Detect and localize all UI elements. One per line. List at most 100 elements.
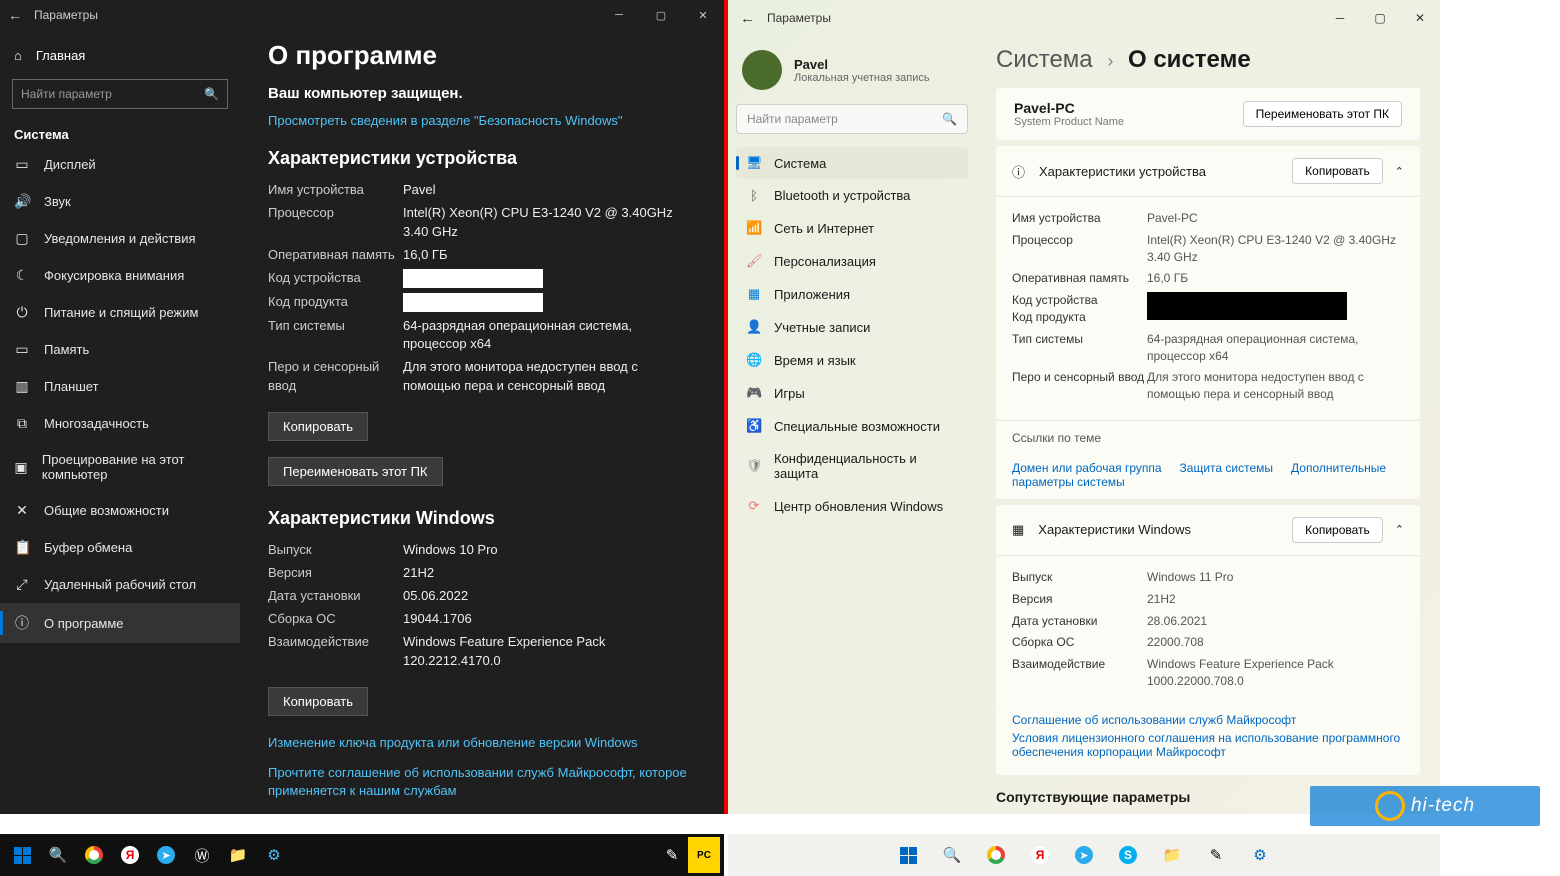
- back-icon[interactable]: ←: [740, 10, 755, 27]
- sidebar-item-label: Игры: [774, 386, 805, 401]
- telegram-icon[interactable]: ➤: [1066, 837, 1102, 873]
- spec-row: Версия21H2: [268, 564, 696, 582]
- link[interactable]: Прочтите соглашение об использовании слу…: [268, 764, 696, 800]
- explorer-icon[interactable]: 📁: [220, 837, 256, 873]
- sidebar-item[interactable]: ▣Проецирование на этот компьютер: [0, 442, 240, 492]
- search-input[interactable]: Найти параметр 🔍: [12, 79, 228, 109]
- sidebar-item-label: Центр обновления Windows: [774, 499, 943, 514]
- windows-spec-list: ВыпускWindows 11 ProВерсия21H2Дата устан…: [996, 556, 1420, 707]
- sidebar-item[interactable]: 🖌Персонализация: [736, 245, 968, 277]
- sidebar-item[interactable]: ▥Планшет: [0, 368, 240, 405]
- copy-button[interactable]: Копировать: [1292, 158, 1383, 184]
- sidebar-item[interactable]: 🔊Звук: [0, 183, 240, 220]
- minimize-button[interactable]: ─: [598, 0, 640, 30]
- chrome-icon[interactable]: [76, 837, 112, 873]
- yandex-icon[interactable]: Я: [1022, 837, 1058, 873]
- sidebar-item[interactable]: ⓘО программе: [0, 603, 240, 643]
- sidebar-item-label: Время и язык: [774, 353, 856, 368]
- tray-icon[interactable]: PC: [688, 837, 720, 873]
- sidebar-item-label: Учетные записи: [774, 320, 870, 335]
- spec-row: Код продукта: [268, 293, 696, 312]
- win11-taskbar[interactable]: 🔍 Я ➤ S 📁 ✎ ⚙: [728, 834, 1440, 876]
- sidebar-item-label: Уведомления и действия: [44, 231, 196, 246]
- tray-icon[interactable]: ✎: [656, 837, 688, 873]
- agreement-link[interactable]: Соглашение об использовании служб Майкро…: [1012, 713, 1404, 727]
- sidebar-item-label: Проецирование на этот компьютер: [42, 452, 226, 482]
- titlebar: ← Параметры ─ ▢ ✕: [0, 0, 724, 30]
- copy-button[interactable]: Копировать: [268, 412, 368, 441]
- spec-row: ВзаимодействиеWindows Feature Experience…: [1012, 656, 1404, 690]
- sidebar-item[interactable]: ▭Дисплей: [0, 146, 240, 183]
- sidebar-item-label: Bluetooth и устройства: [774, 188, 910, 203]
- spec-row: Версия21H2: [1012, 591, 1404, 608]
- sidebar-item[interactable]: 📋Буфер обмена: [0, 529, 240, 566]
- spec-row: ВзаимодействиеWindows Feature Experience…: [268, 633, 696, 669]
- maximize-button[interactable]: ▢: [640, 0, 682, 30]
- spec-row: Перо и сенсорный вводДля этого монитора …: [268, 358, 696, 394]
- related-link[interactable]: Защита системы: [1180, 461, 1273, 475]
- start-button[interactable]: [890, 837, 926, 873]
- skype-icon[interactable]: S: [1110, 837, 1146, 873]
- app-icon[interactable]: ✎: [1198, 837, 1234, 873]
- settings-icon[interactable]: ⚙: [256, 837, 292, 873]
- spec-row: Тип системы64-разрядная операционная сис…: [268, 317, 696, 353]
- related-link[interactable]: Домен или рабочая группа: [1012, 461, 1162, 475]
- sidebar-item[interactable]: ▢Уведомления и действия: [0, 220, 240, 257]
- sidebar-item[interactable]: ▭Память: [0, 331, 240, 368]
- back-icon[interactable]: ←: [8, 7, 22, 23]
- start-button[interactable]: [4, 837, 40, 873]
- sidebar-item[interactable]: 🖥Система: [736, 147, 968, 179]
- link[interactable]: Прочтите условия лицензионного соглашени…: [268, 812, 696, 814]
- sidebar-item-label: Планшет: [44, 379, 99, 394]
- sidebar-item[interactable]: 👤Учетные записи: [736, 311, 968, 343]
- win10-taskbar[interactable]: 🔍 Я ➤ Ⓦ 📁 ⚙ ✎ PC: [0, 834, 724, 876]
- chrome-icon[interactable]: [978, 837, 1014, 873]
- rename-button[interactable]: Переименовать этот ПК: [1243, 101, 1402, 127]
- link[interactable]: Изменение ключа продукта или обновление …: [268, 734, 696, 752]
- sidebar-item[interactable]: ☾Фокусировка внимания: [0, 257, 240, 294]
- sidebar-item[interactable]: ᛒBluetooth и устройства: [736, 180, 968, 211]
- sidebar-item[interactable]: ⟳ Центр обновления Windows: [736, 490, 968, 522]
- home-link[interactable]: ⌂ Главная: [0, 38, 240, 73]
- breadcrumb-root[interactable]: Система: [996, 46, 1093, 73]
- sidebar-item-label: Специальные возможности: [774, 419, 940, 434]
- copy-button-2[interactable]: Копировать: [268, 687, 368, 716]
- sidebar-item[interactable]: 🎮Игры: [736, 377, 968, 409]
- minimize-button[interactable]: ─: [1320, 0, 1360, 36]
- copy-button-2[interactable]: Копировать: [1292, 517, 1383, 543]
- sidebar: Pavel Локальная учетная запись Найти пар…: [728, 36, 976, 814]
- secure-link[interactable]: Просмотреть сведения в разделе "Безопасн…: [268, 112, 696, 130]
- rename-button[interactable]: Переименовать этот ПК: [268, 457, 443, 486]
- sidebar-item-label: Система: [774, 156, 826, 171]
- search-input[interactable]: Найти параметр 🔍: [736, 104, 968, 134]
- maximize-button[interactable]: ▢: [1360, 0, 1400, 36]
- search-button[interactable]: 🔍: [40, 837, 76, 873]
- sidebar-item[interactable]: 📶Сеть и Интернет: [736, 212, 968, 244]
- windows-spec-expander[interactable]: ▦Характеристики Windows Копировать ⌃: [996, 505, 1420, 556]
- close-button[interactable]: ✕: [682, 0, 724, 30]
- yandex-icon[interactable]: Я: [112, 837, 148, 873]
- sidebar-item[interactable]: ⤢Удаленный рабочий стол: [0, 566, 240, 603]
- sidebar-item[interactable]: 🌐Время и язык: [736, 344, 968, 376]
- user-sub: Локальная учетная запись: [794, 72, 930, 84]
- sidebar-item-label: Питание и спящий режим: [44, 305, 198, 320]
- sidebar-item[interactable]: ⏻Питание и спящий режим: [0, 294, 240, 331]
- sidebar-item[interactable]: ✕Общие возможности: [0, 492, 240, 529]
- explorer-icon[interactable]: 📁: [1154, 837, 1190, 873]
- sidebar-item[interactable]: ▦Приложения: [736, 278, 968, 310]
- agreement-link[interactable]: Условия лицензионного соглашения на испо…: [1012, 731, 1404, 759]
- sidebar-item-icon: ⤢: [14, 576, 30, 593]
- sidebar-item[interactable]: ♿Специальные возможности: [736, 410, 968, 442]
- spec-row: Перо и сенсорный вводДля этого монитора …: [1012, 369, 1404, 403]
- breadcrumb-current: О системе: [1128, 46, 1251, 73]
- settings-icon[interactable]: ⚙: [1242, 837, 1278, 873]
- sidebar-item[interactable]: 🛡Конфиденциальность и защита: [736, 443, 968, 489]
- search-button[interactable]: 🔍: [934, 837, 970, 873]
- device-spec-expander[interactable]: ⓘХарактеристики устройства Копировать ⌃: [996, 146, 1420, 197]
- close-button[interactable]: ✕: [1400, 0, 1440, 36]
- sidebar-item[interactable]: ⧉Многозадачность: [0, 405, 240, 442]
- app-icon[interactable]: Ⓦ: [184, 837, 220, 873]
- telegram-icon[interactable]: ➤: [148, 837, 184, 873]
- sidebar-item-icon: ⟳: [746, 498, 762, 514]
- user-block[interactable]: Pavel Локальная учетная запись: [736, 42, 968, 104]
